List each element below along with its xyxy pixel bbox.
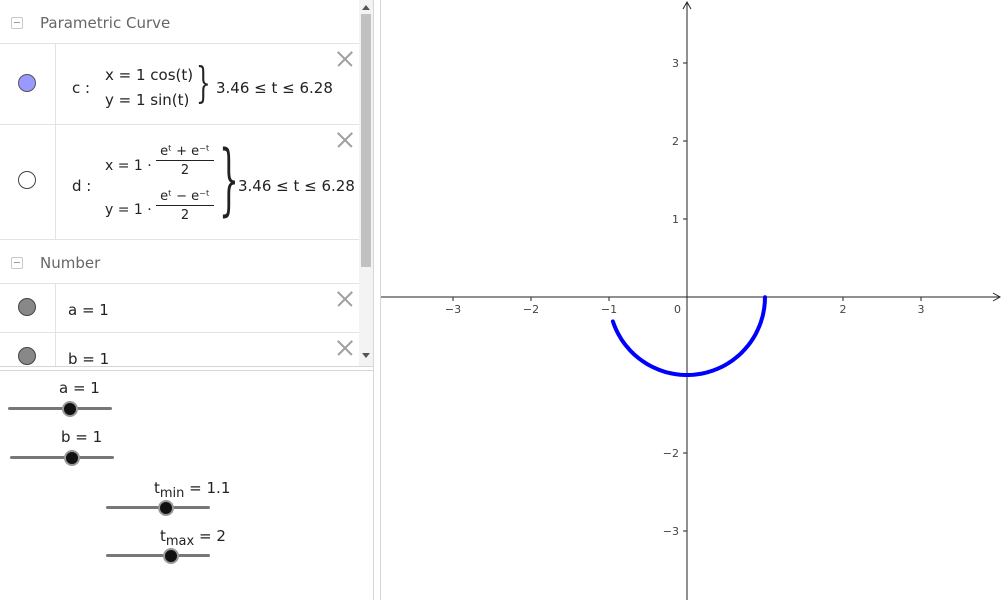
slider-label-tmax: tmax = 2	[160, 527, 226, 549]
slider-track-a[interactable]	[8, 407, 112, 410]
x-tick-label: −3	[445, 303, 461, 316]
marble-cell	[0, 284, 56, 332]
slider-knob-a[interactable]	[62, 401, 78, 417]
slider-track-tmax[interactable]	[106, 554, 210, 557]
y-tick-label: 2	[672, 135, 679, 148]
y-tick-label: 1	[672, 213, 679, 226]
delete-icon[interactable]	[337, 291, 353, 307]
x-tick-label: −1	[601, 303, 617, 316]
vertical-splitter[interactable]	[373, 0, 381, 600]
label-suffix: = 2	[194, 527, 226, 545]
algebra-view: Parametric Curve c : x = 1 cos(t) y = 1 …	[0, 0, 373, 366]
curve-name: d :	[72, 177, 92, 195]
group-header-number[interactable]: Number	[0, 240, 359, 284]
x-tick-label: 2	[840, 303, 847, 316]
parameter-range: 3.46 ≤ t ≤ 6.28	[216, 79, 333, 97]
y-tick-label: 3	[672, 57, 679, 70]
visibility-toggle-icon[interactable]	[18, 347, 36, 365]
x-equation-lead: x = 1 ·	[105, 158, 152, 174]
x-denominator: 2	[180, 163, 190, 178]
label-subscript: max	[165, 534, 195, 549]
visibility-toggle-icon[interactable]	[18, 171, 36, 189]
scroll-down-icon[interactable]	[362, 353, 370, 358]
y-denominator: 2	[180, 208, 190, 223]
collapse-toggle-icon[interactable]	[11, 257, 23, 269]
slider-knob-b[interactable]	[64, 450, 80, 466]
x-tick-label: 0	[674, 303, 681, 316]
x-equation: x = 1 cos(t)	[105, 66, 194, 84]
group-title: Parametric Curve	[40, 14, 171, 32]
marble-cell	[0, 44, 56, 124]
scrollbar-thumb[interactable]	[361, 14, 371, 267]
algebra-row-number-a[interactable]: a = 1	[0, 284, 359, 333]
visibility-toggle-icon[interactable]	[18, 298, 36, 316]
slider-label-b: b = 1	[61, 428, 103, 446]
y-equation: y = 1 sin(t)	[105, 91, 190, 109]
slider-label-tmin: tmin = 1.1	[154, 479, 230, 501]
parameter-range: 3.46 ≤ t ≤ 6.28	[238, 177, 355, 195]
group-header-parametric-curve[interactable]: Parametric Curve	[0, 0, 359, 44]
y-numerator: eᵗ − e⁻ᵗ	[156, 189, 214, 206]
curve-c	[610, 295, 767, 377]
algebra-row-number-b[interactable]: b = 1	[0, 333, 359, 366]
y-equation-lead: y = 1 ·	[105, 202, 152, 218]
graph-canvas[interactable]: −3 −2 −1 0 2 3 3 2 1 −2 −3	[381, 0, 1005, 600]
x-tick-label: 3	[918, 303, 925, 316]
slider-panel: a = 1 b = 1 tmin = 1.1 tmax = 2	[0, 371, 373, 600]
slider-track-b[interactable]	[10, 456, 114, 459]
number-definition: b = 1	[68, 350, 110, 366]
label-suffix: = 1.1	[184, 479, 231, 497]
label-subscript: min	[159, 486, 185, 501]
x-tick-label: −2	[523, 303, 539, 316]
algebra-row-curve-d[interactable]: d : x = 1 · eᵗ + e⁻ᵗ 2 y = 1 · eᵗ − e⁻ᵗ …	[0, 125, 359, 240]
y-fraction: eᵗ − e⁻ᵗ 2	[156, 189, 214, 223]
brace-icon: }	[219, 135, 239, 225]
marble-cell	[0, 333, 56, 366]
y-tick-label: −3	[663, 525, 679, 538]
slider-knob-tmax[interactable]	[163, 548, 179, 564]
axes	[381, 0, 1002, 600]
marble-cell	[0, 125, 56, 239]
scroll-up-icon[interactable]	[362, 5, 370, 10]
group-title: Number	[40, 254, 101, 272]
x-fraction: eᵗ + e⁻ᵗ 2	[156, 144, 214, 178]
y-tick-label: −2	[663, 447, 679, 460]
curve-name: c :	[72, 79, 91, 97]
algebra-row-curve-c[interactable]: c : x = 1 cos(t) y = 1 sin(t) } 3.46 ≤ t…	[0, 44, 359, 125]
delete-icon[interactable]	[337, 132, 353, 148]
x-numerator: eᵗ + e⁻ᵗ	[156, 144, 214, 161]
brace-icon: }	[196, 58, 211, 107]
number-definition: a = 1	[68, 301, 109, 319]
collapse-toggle-icon[interactable]	[11, 17, 23, 29]
graphics-view[interactable]: −3 −2 −1 0 2 3 3 2 1 −2 −3	[381, 0, 1005, 600]
delete-icon[interactable]	[337, 340, 353, 356]
slider-label-a: a = 1	[59, 379, 100, 397]
slider-knob-tmin[interactable]	[158, 500, 174, 516]
delete-icon[interactable]	[337, 51, 353, 67]
algebra-scrollbar[interactable]	[359, 0, 373, 366]
visibility-toggle-icon[interactable]	[18, 74, 36, 92]
